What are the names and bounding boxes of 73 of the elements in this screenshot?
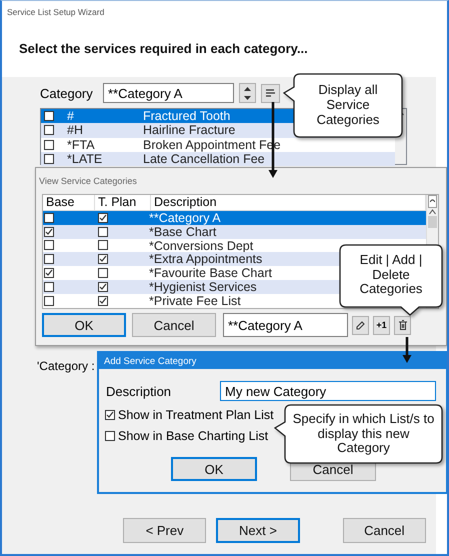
field-label: Category [40,86,94,100]
category-field[interactable]: **Category A [223,313,348,337]
pointer-arrow [402,337,412,363]
dialog-button[interactable]: OK [171,457,257,481]
table-row[interactable]: *Base Chart [43,224,426,239]
wizard-button[interactable]: < Prev [123,518,206,543]
checkbox[interactable] [98,282,108,292]
delete-button[interactable] [394,316,411,334]
service-description: Hairline Fracture [143,123,236,138]
checkbox[interactable] [105,410,115,420]
window-title: Service List Setup Wizard [6,6,106,19]
category-description: *Private Fee List [149,294,241,308]
checkbox[interactable] [105,430,115,440]
spin-button[interactable] [239,83,256,103]
edit-button[interactable] [352,316,369,334]
checkbox[interactable] [44,154,54,164]
checkbox[interactable] [98,226,108,237]
callout-tooltip: Specify in which List/s to display this new Category [274,404,443,464]
wizard-button[interactable]: Cancel [342,518,426,543]
heading: Select the services required in each category... [19,40,308,56]
checkbox-label[interactable]: Show in Base Charting List [118,428,268,442]
column-header[interactable]: Base [43,195,95,210]
dialog-title: View Service Categories [39,175,138,188]
service-code: # [67,109,75,124]
checkbox[interactable] [98,254,108,264]
service-code: *LATE [67,152,104,166]
callout-tooltip: Edit | Add | Delete Categories [339,244,443,316]
list-icon [266,89,275,97]
checkbox[interactable] [98,240,108,250]
dialog-button[interactable]: Cancel [132,313,216,337]
up-arrow-icon [244,86,251,90]
checkbox[interactable] [44,282,54,292]
service-code: *FTA [67,138,96,152]
pencil-icon [356,320,365,330]
checkbox[interactable] [44,240,54,250]
category-description: *Favourite Base Chart [149,266,272,280]
checkbox[interactable] [44,125,54,136]
checkbox[interactable] [44,111,54,122]
checkbox[interactable] [44,254,54,264]
field-label: Description [106,384,172,398]
checkbox[interactable] [98,212,108,223]
dialog-button[interactable]: OK [42,313,126,337]
checkbox[interactable] [44,140,54,150]
callout-tooltip: Display all Service Categories [283,73,403,138]
column-header[interactable]: T. Plan [95,195,151,210]
service-description: Late Cancellation Fee [143,152,265,166]
list-button[interactable] [261,84,280,102]
category-description: *Base Chart [149,224,216,239]
service-code: #H [67,123,84,138]
refresh-icon[interactable] [428,195,437,208]
checkbox[interactable] [44,212,54,223]
checkbox-label[interactable]: Show in Treatment Plan List [118,408,274,422]
category-description: *Extra Appointments [149,252,262,266]
checkbox[interactable] [44,296,54,306]
checkbox[interactable] [44,268,54,278]
checkbox[interactable] [98,296,108,306]
trash-icon [398,320,406,330]
category-field[interactable]: **Category A [103,83,234,103]
category-description: *Conversions Dept [149,238,254,252]
description-field[interactable]: My new Category [220,381,436,401]
table-row[interactable]: **Category A [43,210,426,225]
dialog-title: Add Service Category [99,353,446,369]
category-description: **Category A [149,210,221,225]
wizard-button[interactable]: Next > [216,518,300,543]
category-description: *Hygienist Services [149,280,257,294]
checkbox[interactable] [44,226,54,237]
scroll-thumb[interactable] [428,216,437,228]
service-description: Fractured Tooth [143,109,230,124]
checkbox[interactable] [98,268,108,278]
add-button[interactable]: +1 [373,316,390,334]
list-row[interactable]: *LATE Late Cancellation Fee [41,152,395,166]
down-arrow-icon [244,96,251,100]
field-label: 'Category : [37,359,95,373]
